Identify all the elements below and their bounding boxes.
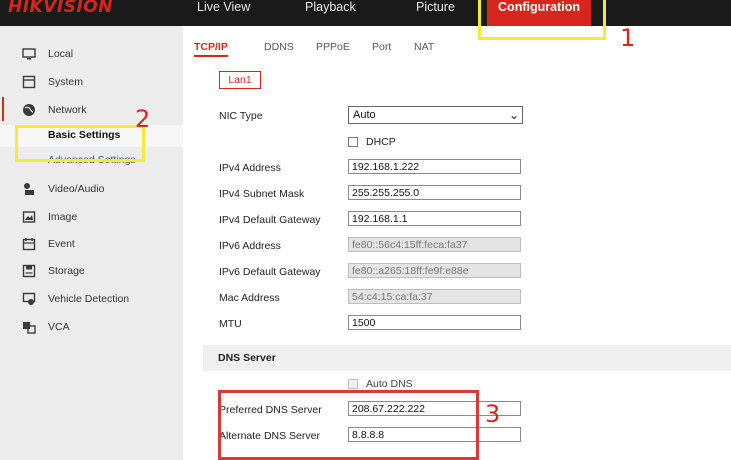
auto-dns-label: Auto DNS: [366, 378, 413, 390]
system-icon: [22, 75, 36, 89]
vehicle-detection-icon: [22, 292, 36, 306]
dns-section-title: DNS Server: [218, 352, 276, 364]
monitor-icon: [22, 47, 36, 61]
tab-tcpip[interactable]: TCP/IP: [194, 41, 228, 57]
top-navigation-bar: HIKVISION Live View Playback Picture Con…: [0, 0, 731, 26]
sidebar-item-label: Vehicle Detection: [48, 293, 130, 305]
sidebar-item-system[interactable]: System: [0, 72, 183, 94]
mac-address-input: [348, 289, 521, 304]
ipv4-gateway-label: IPv4 Default Gateway: [219, 214, 321, 226]
ipv6-address-input: [348, 237, 521, 252]
active-item-marker: [2, 97, 4, 121]
hikvision-logo: HIKVISION: [8, 0, 113, 17]
preferred-dns-input[interactable]: [348, 401, 521, 416]
alternate-dns-label: Alternate DNS Server: [219, 430, 320, 442]
sidebar-item-vehicle-detection[interactable]: Vehicle Detection: [0, 289, 183, 311]
ipv6-address-label: IPv6 Address: [219, 240, 281, 252]
sidebar-item-label: Local: [48, 48, 74, 60]
sidebar-item-label: Event: [48, 238, 75, 250]
nav-live-view[interactable]: Live View: [197, 0, 250, 26]
sidebar-item-label: Storage: [48, 265, 85, 277]
tab-pppoe[interactable]: PPPoE: [316, 41, 350, 53]
auto-dns-checkbox: [348, 379, 358, 389]
subtab-lan1[interactable]: Lan1: [219, 71, 261, 89]
sidebar: Local System Network Basic Settings Adva…: [0, 26, 183, 460]
sidebar-item-event[interactable]: Event: [0, 234, 183, 256]
image-icon: [22, 210, 36, 224]
ipv4-address-input[interactable]: [348, 159, 521, 174]
ipv4-address-label: IPv4 Address: [219, 162, 281, 174]
ipv6-gateway-input: [348, 263, 521, 278]
nav-configuration[interactable]: Configuration: [487, 0, 591, 26]
sidebar-item-local[interactable]: Local: [0, 44, 183, 66]
storage-icon: [22, 264, 36, 278]
tab-port[interactable]: Port: [372, 41, 391, 53]
nav-picture[interactable]: Picture: [416, 0, 455, 26]
sidebar-item-image[interactable]: Image: [0, 207, 183, 229]
ipv4-gateway-input[interactable]: [348, 211, 521, 226]
tab-ddns[interactable]: DDNS: [264, 41, 294, 53]
sidebar-item-label: VCA: [48, 321, 70, 333]
sidebar-item-label: System: [48, 76, 84, 88]
sidebar-item-vca[interactable]: VCA: [0, 317, 183, 339]
sidebar-item-storage[interactable]: Storage: [0, 261, 183, 283]
dhcp-checkbox[interactable]: [348, 137, 358, 147]
sidebar-item-label: Network: [48, 104, 87, 116]
sidebar-item-advanced-settings[interactable]: Advanced Settings: [0, 150, 183, 172]
sidebar-item-label: Video/Audio: [48, 183, 105, 195]
nic-type-value: Auto: [353, 109, 376, 121]
sidebar-item-video-audio[interactable]: Video/Audio: [0, 179, 183, 201]
sidebar-item-basic-settings[interactable]: Basic Settings: [0, 125, 183, 147]
sidebar-item-label: Advanced Settings: [48, 154, 136, 166]
vca-icon: [22, 320, 36, 334]
dns-section-header: DNS Server: [203, 345, 731, 371]
sidebar-item-label: Image: [48, 211, 78, 223]
sidebar-item-label: Basic Settings: [48, 129, 121, 141]
dhcp-label: DHCP: [366, 136, 396, 148]
ipv4-subnet-mask-label: IPv4 Subnet Mask: [219, 188, 305, 200]
sidebar-item-network[interactable]: Network: [0, 100, 183, 122]
ipv4-subnet-mask-input[interactable]: [348, 185, 521, 200]
tab-nat[interactable]: NAT: [414, 41, 434, 53]
mac-address-label: Mac Address: [219, 292, 280, 304]
video-audio-icon: [22, 182, 36, 196]
globe-icon: [22, 103, 36, 117]
preferred-dns-label: Preferred DNS Server: [219, 404, 322, 416]
ipv6-gateway-label: IPv6 Default Gateway: [219, 266, 321, 278]
nav-playback[interactable]: Playback: [305, 0, 356, 26]
chevron-down-icon: ⌄: [508, 108, 519, 122]
tab-bar: TCP/IP DDNS PPPoE Port NAT: [183, 26, 731, 62]
alternate-dns-input[interactable]: [348, 427, 521, 442]
event-icon: [22, 237, 36, 251]
mtu-label: MTU: [219, 318, 242, 330]
nic-type-label: NIC Type: [219, 110, 263, 122]
nic-type-select[interactable]: Auto ⌄: [348, 106, 523, 124]
mtu-input[interactable]: [348, 315, 521, 330]
